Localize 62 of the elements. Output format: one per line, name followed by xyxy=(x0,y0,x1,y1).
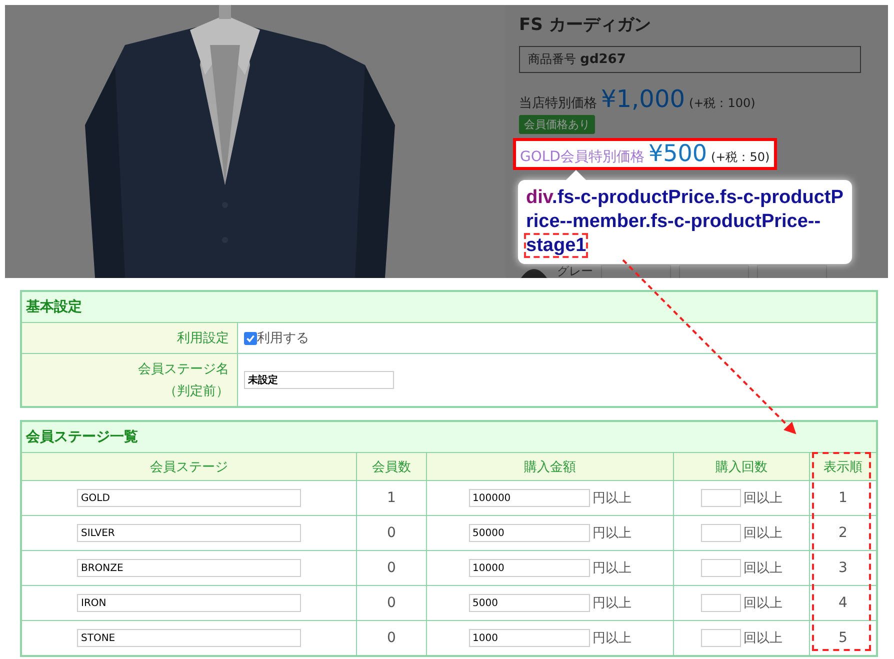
color-label: グレー xyxy=(557,264,593,278)
count-field[interactable] xyxy=(700,524,740,542)
unit-label: 円以上 xyxy=(592,560,632,577)
unit-label: 円以上 xyxy=(592,630,632,647)
tax-note: (+税：50) xyxy=(711,149,770,166)
member-count: 0 xyxy=(387,525,396,541)
member-count: 0 xyxy=(387,630,396,646)
selector-text: div.fs-c-productPrice.fs-c-productPrice--member.fs-c-productPrice-- stage1 xyxy=(526,186,844,258)
display-order: 5 xyxy=(838,630,848,646)
amount-field[interactable]: 50000 xyxy=(468,524,590,542)
member-count: 0 xyxy=(387,595,396,611)
display-order: 4 xyxy=(838,595,848,611)
unit-label: 回以上 xyxy=(744,525,782,542)
stage-name-field[interactable]: IRON xyxy=(77,594,301,612)
section-header: 会員ステージ一覧 xyxy=(22,422,876,453)
stage-name-field[interactable]: STONE xyxy=(77,629,301,647)
column-header: 表示順 xyxy=(822,458,864,476)
count-field[interactable] xyxy=(700,594,740,612)
option-button[interactable] xyxy=(679,265,749,278)
unit-label: 円以上 xyxy=(592,525,632,542)
column-header: 購入回数 xyxy=(674,453,810,480)
amount-field[interactable]: 10000 xyxy=(468,559,590,577)
field-label: 利用設定 xyxy=(22,323,238,353)
product-title: FS カーディガン xyxy=(519,14,652,36)
count-field[interactable] xyxy=(700,559,740,577)
display-order: 3 xyxy=(838,560,848,576)
amount-field[interactable]: 100000 xyxy=(468,489,590,507)
member-price-badge: 会員価格あり xyxy=(519,115,595,134)
checkbox[interactable] xyxy=(244,332,257,344)
unit-label: 円以上 xyxy=(592,595,632,612)
price: ¥1,000 xyxy=(601,85,685,113)
unit-label: 回以上 xyxy=(744,630,782,647)
member-count: 0 xyxy=(387,560,396,576)
amount-field[interactable]: 1000 xyxy=(468,629,590,647)
tax-note: (+税：100) xyxy=(688,95,756,112)
unit-label: 回以上 xyxy=(744,490,782,507)
column-header: 会員数 xyxy=(357,453,427,480)
option-button[interactable] xyxy=(757,265,827,278)
section-header: 基本設定 xyxy=(22,292,876,323)
field-label: 会員ステージ名 （判定前） xyxy=(22,354,238,406)
stage-name-field[interactable]: SILVER xyxy=(77,524,301,542)
checkbox-label: 利用する xyxy=(257,330,309,347)
member-price: ¥500 xyxy=(648,141,707,167)
unit-label: 回以上 xyxy=(744,560,782,577)
display-order: 2 xyxy=(838,525,848,541)
count-field[interactable] xyxy=(700,629,740,647)
stage-name-field[interactable]: 未設定 xyxy=(244,371,394,389)
display-order: 1 xyxy=(838,490,848,506)
product-code: 商品番号 gd267 xyxy=(519,46,861,73)
highlighted-class: stage1 xyxy=(526,235,586,256)
member-price-label: GOLD会員特別価格 xyxy=(520,148,644,166)
stage-name-field[interactable]: BRONZE xyxy=(77,559,301,577)
unit-label: 円以上 xyxy=(592,490,632,507)
option-button[interactable] xyxy=(601,265,671,278)
amount-field[interactable]: 5000 xyxy=(468,594,590,612)
member-count: 1 xyxy=(387,490,396,506)
price-label: 当店特別価格 xyxy=(519,95,597,112)
column-header: 購入金額 xyxy=(427,453,674,480)
unit-label: 回以上 xyxy=(744,595,782,612)
column-header: 会員ステージ xyxy=(22,453,357,480)
count-field[interactable] xyxy=(700,489,740,507)
stage-name-field[interactable]: GOLD xyxy=(77,489,301,507)
